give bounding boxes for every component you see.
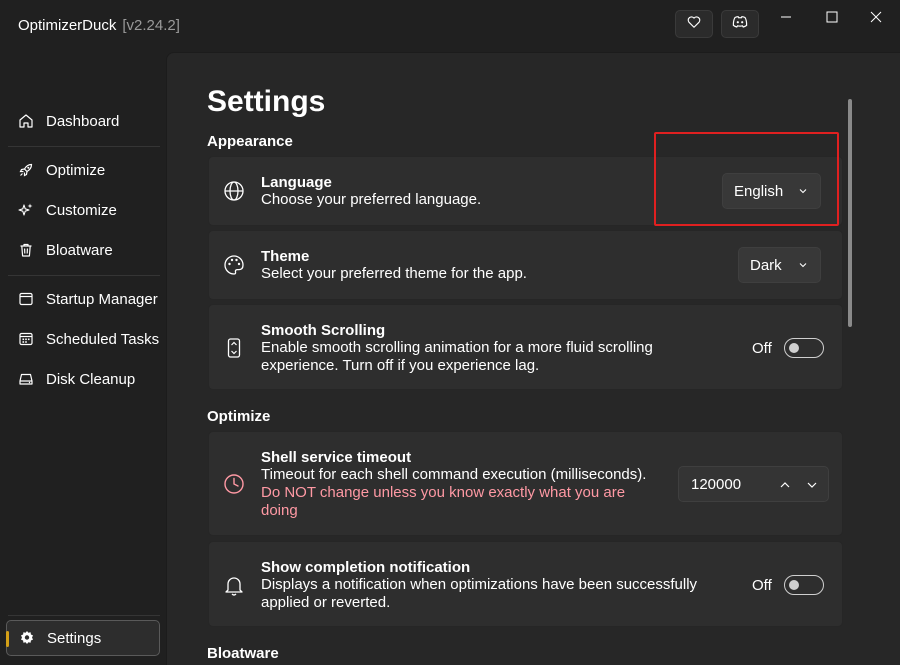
page-title: Settings bbox=[207, 85, 326, 118]
sidebar-item-label: Bloatware bbox=[46, 241, 113, 259]
app-title: OptimizerDuck [v2.24.2] bbox=[18, 17, 180, 34]
toggle-state-label: Off bbox=[752, 576, 772, 594]
section-heading-bloatware: Bloatware bbox=[207, 645, 279, 662]
setting-title: Theme bbox=[261, 248, 310, 265]
setting-description-continued: experience. Turn off if you experience l… bbox=[261, 357, 540, 374]
sidebar-item-label: Scheduled Tasks bbox=[46, 330, 160, 348]
sidebar-divider bbox=[8, 146, 160, 147]
setting-title: Language bbox=[261, 174, 332, 191]
close-icon bbox=[870, 11, 882, 23]
app-name: OptimizerDuck bbox=[18, 17, 117, 34]
sidebar-item-label: Dashboard bbox=[46, 112, 120, 130]
sidebar-item-label: Disk Cleanup bbox=[46, 370, 136, 388]
sidebar-item-optimize[interactable]: Optimize bbox=[6, 152, 160, 188]
toggle-switch[interactable] bbox=[783, 338, 824, 358]
sidebar: Dashboard Optimize Customize Bloatware S… bbox=[0, 50, 168, 665]
favorite-button[interactable] bbox=[675, 10, 713, 38]
heart-icon bbox=[687, 15, 701, 34]
theme-setting-card: Theme Select your preferred theme for th… bbox=[208, 230, 843, 300]
timeout-number-input[interactable]: 120000 bbox=[678, 466, 829, 502]
discord-icon bbox=[732, 15, 748, 34]
sidebar-divider bbox=[8, 275, 160, 276]
active-indicator bbox=[6, 631, 9, 647]
maximize-button[interactable] bbox=[810, 4, 854, 30]
sidebar-item-label: Customize bbox=[46, 201, 117, 219]
setting-description-continued: applied or reverted. bbox=[261, 594, 391, 611]
minimize-icon bbox=[781, 16, 791, 18]
setting-title: Show completion notification bbox=[261, 559, 471, 576]
sidebar-item-scheduled-tasks[interactable]: Scheduled Tasks bbox=[6, 321, 160, 357]
chevron-down-icon bbox=[807, 482, 817, 488]
setting-title: Shell service timeout bbox=[261, 449, 412, 466]
trash-icon bbox=[18, 242, 34, 258]
window-icon bbox=[18, 291, 34, 307]
setting-warning: Do NOT change unless you know exactly wh… bbox=[261, 484, 626, 501]
sidebar-item-startup-manager[interactable]: Startup Manager bbox=[6, 281, 160, 317]
setting-description: Select your preferred theme for the app. bbox=[261, 265, 527, 282]
toggle-knob bbox=[788, 580, 799, 590]
bell-icon bbox=[223, 574, 245, 596]
rocket-icon bbox=[18, 162, 34, 178]
sidebar-item-customize[interactable]: Customize bbox=[6, 192, 160, 228]
section-heading-appearance: Appearance bbox=[207, 133, 293, 150]
shell-timeout-setting-card: Shell service timeout Timeout for each s… bbox=[208, 431, 843, 536]
maximize-icon bbox=[826, 11, 838, 23]
setting-description: Displays a notification when optimizatio… bbox=[261, 576, 698, 593]
sidebar-item-label: Settings bbox=[47, 629, 102, 647]
theme-dropdown[interactable]: Dark bbox=[738, 247, 821, 283]
dropdown-value: Dark bbox=[750, 256, 782, 274]
setting-description: Timeout for each shell command execution… bbox=[261, 466, 647, 483]
sidebar-item-label: Startup Manager bbox=[46, 290, 158, 308]
clock-icon bbox=[223, 473, 245, 495]
sidebar-item-label: Optimize bbox=[46, 161, 106, 179]
setting-description: Enable smooth scrolling animation for a … bbox=[261, 339, 653, 356]
setting-warning-continued: doing bbox=[261, 502, 298, 519]
toggle-knob bbox=[788, 343, 799, 353]
chevron-up-icon bbox=[780, 482, 790, 488]
increment-button[interactable] bbox=[775, 475, 795, 495]
section-heading-optimize: Optimize bbox=[207, 408, 271, 425]
settings-page: Settings Appearance Language Choose your… bbox=[166, 52, 900, 665]
home-icon bbox=[18, 113, 34, 129]
scrollbar-thumb[interactable] bbox=[848, 99, 852, 327]
minimize-button[interactable] bbox=[764, 4, 808, 30]
sidebar-item-bloatware[interactable]: Bloatware bbox=[6, 232, 160, 268]
sidebar-item-settings[interactable]: Settings bbox=[6, 620, 160, 656]
completion-notification-toggle[interactable]: Off bbox=[752, 575, 824, 595]
sidebar-divider bbox=[8, 615, 160, 616]
chevron-down-icon bbox=[799, 263, 807, 268]
setting-description: Choose your preferred language. bbox=[261, 191, 482, 208]
sparkle-icon bbox=[18, 202, 34, 218]
close-button[interactable] bbox=[854, 4, 898, 30]
number-input-value: 120000 bbox=[691, 475, 742, 493]
smooth-scrolling-toggle[interactable]: Off bbox=[752, 338, 824, 358]
toggle-state-label: Off bbox=[752, 339, 772, 357]
calendar-icon bbox=[18, 331, 34, 347]
annotation-highlight-box bbox=[654, 132, 839, 226]
scroll-icon bbox=[223, 337, 245, 359]
app-version: [v2.24.2] bbox=[122, 17, 180, 34]
drive-icon bbox=[18, 371, 34, 387]
globe-icon bbox=[223, 180, 245, 202]
discord-button[interactable] bbox=[721, 10, 759, 38]
setting-title: Smooth Scrolling bbox=[261, 322, 386, 339]
smooth-scrolling-setting-card: Smooth Scrolling Enable smooth scrolling… bbox=[208, 304, 843, 390]
sidebar-item-disk-cleanup[interactable]: Disk Cleanup bbox=[6, 361, 160, 397]
decrement-button[interactable] bbox=[802, 475, 822, 495]
title-bar: OptimizerDuck [v2.24.2] bbox=[0, 0, 900, 50]
sidebar-item-dashboard[interactable]: Dashboard bbox=[6, 103, 160, 139]
gear-icon bbox=[19, 630, 35, 646]
completion-notification-setting-card: Show completion notification Displays a … bbox=[208, 541, 843, 627]
palette-icon bbox=[223, 254, 245, 276]
toggle-switch[interactable] bbox=[783, 575, 824, 595]
